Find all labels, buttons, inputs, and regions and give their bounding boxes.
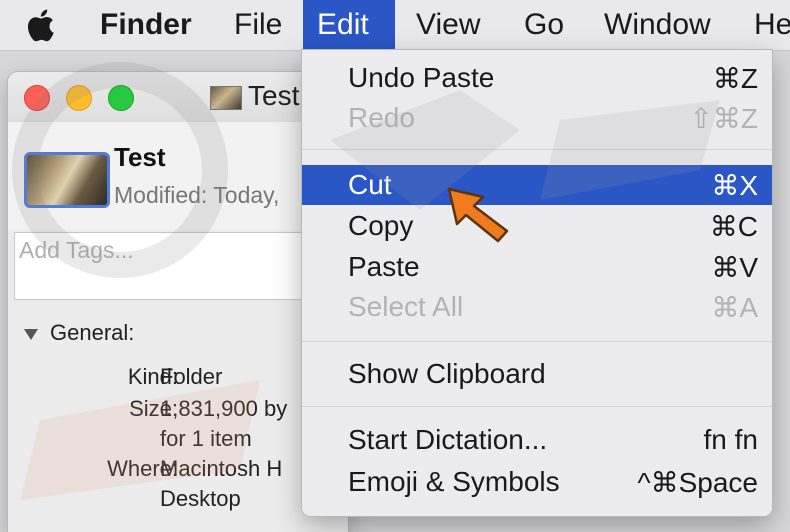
zoom-button[interactable] xyxy=(108,85,134,111)
where-label: Where: xyxy=(107,456,178,481)
menu-item-cut[interactable]: Cut ⌘X xyxy=(302,165,772,205)
menu-item-copy[interactable]: Copy ⌘C xyxy=(302,206,772,246)
size-value: 1,831,900 by xyxy=(160,396,288,421)
folder-thumbnail-icon xyxy=(24,152,110,208)
menu-item-emoji-symbols[interactable]: Emoji & Symbols ^⌘Space xyxy=(302,462,772,502)
menu-separator xyxy=(302,406,772,407)
menu-item-label: Show Clipboard xyxy=(348,358,546,389)
info-row-where-folder: Desktop xyxy=(8,486,348,514)
info-row-kind: Kind: Folder xyxy=(8,364,348,392)
menu-item-redo[interactable]: Redo ⇧⌘Z xyxy=(302,98,772,138)
menu-item-label: Emoji & Symbols xyxy=(348,466,560,497)
general-section-toggle[interactable]: General: xyxy=(24,320,134,346)
arrow-pointer-icon xyxy=(447,187,509,243)
menu-separator xyxy=(302,149,772,150)
tags-field[interactable]: Add Tags... xyxy=(14,232,346,300)
menu-item-select-all[interactable]: Select All ⌘A xyxy=(302,287,772,327)
menu-bar: Finder File Edit View Go Window He xyxy=(0,0,790,51)
general-label: General: xyxy=(50,320,135,345)
apple-logo-icon[interactable] xyxy=(26,7,60,43)
modified-date: Modified: Today, xyxy=(114,182,280,208)
file-name: Test xyxy=(114,142,166,172)
info-row-size-items: for 1 item xyxy=(8,426,348,454)
menu-item-start-dictation[interactable]: Start Dictation... fn fn xyxy=(302,420,772,460)
where-folder-value: Desktop xyxy=(160,486,241,511)
menu-edit[interactable]: Edit xyxy=(303,0,395,50)
menu-item-undo-paste[interactable]: Undo Paste ⌘Z xyxy=(302,58,772,98)
edit-menu: Undo Paste ⌘Z Redo ⇧⌘Z Cut ⌘X Copy ⌘C Pa… xyxy=(302,50,772,516)
menu-item-paste[interactable]: Paste ⌘V xyxy=(302,247,772,287)
info-row-where: Where: Macintosh H xyxy=(8,456,348,484)
menu-go[interactable]: Go xyxy=(510,0,578,50)
info-window: Test Test Modified: Today, Add Tags... G… xyxy=(8,72,348,532)
menu-item-shortcut: ⌘V xyxy=(711,252,758,283)
close-button[interactable] xyxy=(24,85,50,111)
menu-separator xyxy=(302,341,772,342)
where-value: Macintosh H xyxy=(160,456,283,481)
window-titlebar[interactable]: Test xyxy=(8,72,348,123)
kind-value: Folder xyxy=(160,364,223,389)
size-label: Size: xyxy=(129,396,178,421)
menu-item-shortcut: ⌘A xyxy=(711,292,758,323)
tags-placeholder: Add Tags... xyxy=(19,237,134,263)
window-title: Test xyxy=(248,80,300,111)
menu-finder[interactable]: Finder xyxy=(86,0,206,50)
menu-item-shortcut: ^⌘Space xyxy=(637,467,758,498)
menu-help[interactable]: He xyxy=(740,0,790,50)
menu-item-shortcut: fn fn xyxy=(703,424,758,455)
title-folder-icon xyxy=(210,86,242,110)
menu-file[interactable]: File xyxy=(220,0,296,50)
menu-item-shortcut: ⇧⌘Z xyxy=(689,103,758,134)
menu-item-shortcut: ⌘C xyxy=(709,211,758,242)
menu-item-label: Copy xyxy=(348,210,414,241)
info-row-size: Size: 1,831,900 by xyxy=(8,396,348,424)
size-items-value: for 1 item xyxy=(160,426,252,451)
menu-item-shortcut: ⌘X xyxy=(711,170,758,201)
menu-item-label: Cut xyxy=(348,169,392,200)
menu-item-label: Redo xyxy=(348,102,415,133)
menu-item-show-clipboard[interactable]: Show Clipboard xyxy=(302,354,772,394)
menu-view[interactable]: View xyxy=(402,0,494,50)
minimize-button[interactable] xyxy=(66,85,92,111)
menu-item-label: Paste xyxy=(348,251,420,282)
menu-item-shortcut: ⌘Z xyxy=(712,63,758,94)
disclosure-triangle-icon[interactable] xyxy=(24,328,38,340)
menu-item-label: Start Dictation... xyxy=(348,424,548,455)
menu-item-label: Select All xyxy=(348,291,464,322)
kind-label: Kind: xyxy=(127,364,178,389)
menu-item-label: Undo Paste xyxy=(348,62,495,93)
menu-window[interactable]: Window xyxy=(590,0,725,50)
